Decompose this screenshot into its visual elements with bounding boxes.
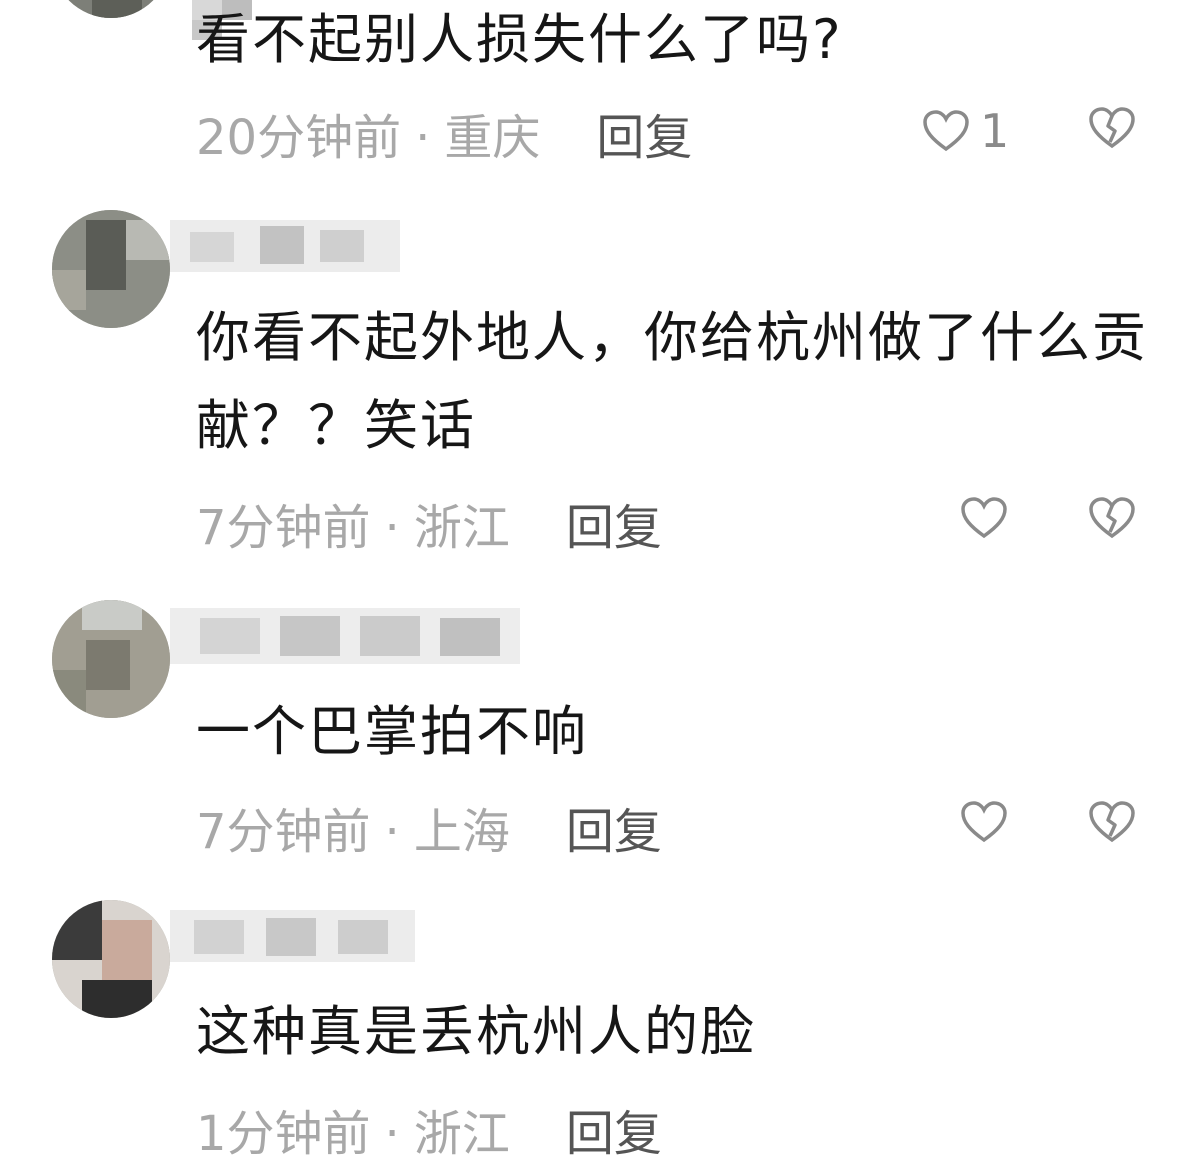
comment-text: 你看不起外地人，你给杭州做了什么贡献？？笑话	[196, 306, 1148, 457]
username-blur	[170, 910, 415, 962]
comment-text: 一个巴掌拍不响	[196, 700, 588, 763]
username-blur	[170, 608, 520, 664]
broken-heart-icon	[1089, 497, 1135, 539]
comment-location: 上海	[413, 804, 510, 860]
reply-button[interactable]: 回复	[596, 110, 692, 166]
comment-location: 浙江	[413, 1106, 510, 1162]
comment-meta: 1分钟前 · 浙江 回复	[196, 1094, 662, 1164]
heart-outline-icon	[923, 110, 969, 152]
comment-item: 你看不起外地人，你给杭州做了什么贡献？？笑话 7分钟前 · 浙江 回复	[0, 190, 1200, 580]
broken-heart-icon	[1089, 801, 1135, 843]
dislike-button[interactable]	[1088, 496, 1136, 544]
comment-text: 这种真是丢杭州人的脸	[196, 1000, 756, 1063]
comment-time: 20分钟前	[196, 110, 402, 166]
separator: ·	[384, 804, 400, 860]
comment-item: 一个巴掌拍不响 7分钟前 · 上海 回复	[0, 580, 1200, 880]
reply-button[interactable]: 回复	[566, 1106, 662, 1162]
comment-meta: 20分钟前 · 重庆 回复	[196, 98, 692, 168]
avatar[interactable]	[52, 600, 170, 718]
separator: ·	[384, 500, 400, 556]
comment-item: 这种真是丢杭州人的脸 1分钟前 · 浙江 回复	[0, 880, 1200, 1176]
dislike-button[interactable]	[1088, 800, 1136, 848]
reply-button[interactable]: 回复	[566, 804, 662, 860]
like-button[interactable]	[960, 496, 1008, 540]
separator: ·	[415, 110, 431, 166]
comment-time: 7分钟前	[196, 804, 371, 860]
comment-text: 看不起别人损失什么了吗?	[196, 8, 843, 71]
comment-meta: 7分钟前 · 上海 回复	[196, 792, 662, 862]
comment-location: 重庆	[444, 110, 541, 166]
like-button[interactable]: 1	[922, 104, 1009, 158]
comment-time: 1分钟前	[196, 1106, 371, 1162]
reply-button[interactable]: 回复	[566, 500, 662, 556]
dislike-button[interactable]	[1088, 106, 1136, 154]
comment-item: 看不起别人损失什么了吗? 20分钟前 · 重庆 回复 1	[0, 0, 1200, 170]
heart-outline-icon	[961, 801, 1007, 843]
avatar[interactable]	[52, 900, 170, 1018]
like-count: 1	[980, 104, 1010, 158]
avatar[interactable]	[52, 0, 170, 18]
comment-time: 7分钟前	[196, 500, 371, 556]
broken-heart-icon	[1089, 107, 1135, 149]
avatar[interactable]	[52, 210, 170, 328]
separator: ·	[384, 1106, 400, 1162]
like-button[interactable]	[960, 800, 1008, 844]
heart-outline-icon	[961, 497, 1007, 539]
comment-location: 浙江	[413, 500, 510, 556]
comment-meta: 7分钟前 · 浙江 回复	[196, 488, 662, 558]
username-blur	[170, 220, 400, 272]
